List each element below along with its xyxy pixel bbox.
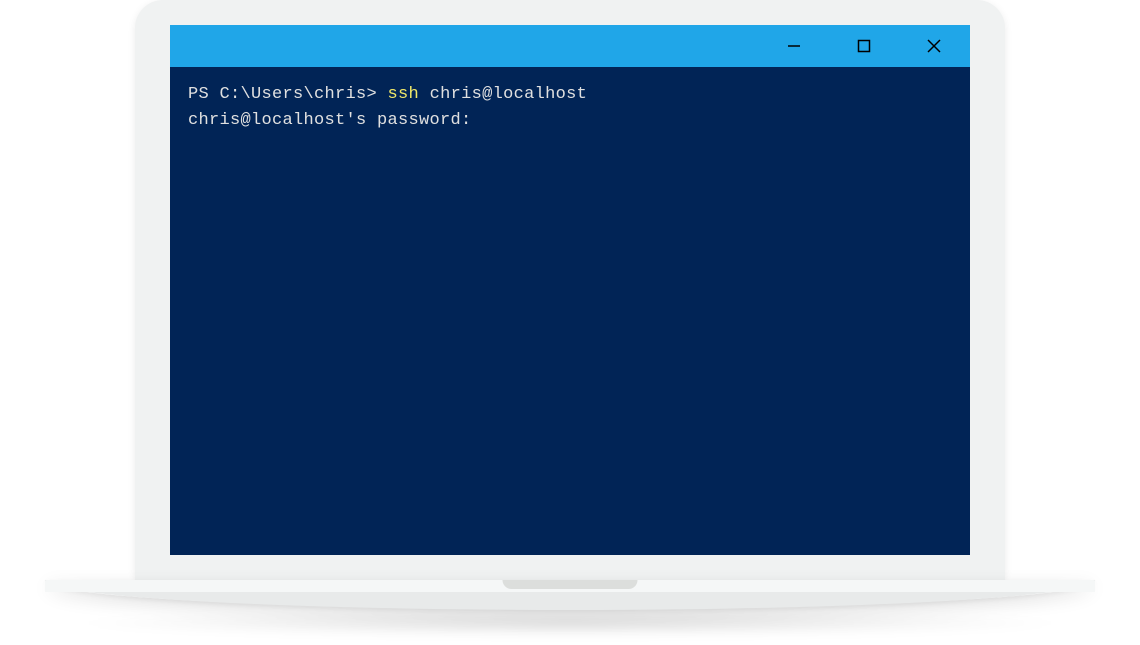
terminal-line-1: PS C:\Users\chris> ssh chris@localhost xyxy=(188,82,952,108)
password-prompt: chris@localhost's password: xyxy=(188,111,472,130)
laptop-base xyxy=(45,580,1095,610)
terminal-window: PS C:\Users\chris> ssh chris@localhost c… xyxy=(170,25,970,555)
laptop-frame: PS C:\Users\chris> ssh chris@localhost c… xyxy=(135,0,1005,580)
laptop-notch xyxy=(503,580,638,589)
window-titlebar[interactable] xyxy=(170,25,970,67)
close-icon xyxy=(926,38,942,54)
close-button[interactable] xyxy=(913,25,955,67)
minimize-button[interactable] xyxy=(773,25,815,67)
prompt-text: PS C:\Users\chris> xyxy=(188,85,388,104)
terminal-body[interactable]: PS C:\Users\chris> ssh chris@localhost c… xyxy=(170,67,970,555)
maximize-icon xyxy=(857,39,871,53)
command-args: chris@localhost xyxy=(419,85,587,104)
minimize-icon xyxy=(787,39,801,53)
terminal-line-2: chris@localhost's password: xyxy=(188,108,952,134)
laptop-shadow xyxy=(80,609,1060,637)
command-name: ssh xyxy=(388,85,420,104)
maximize-button[interactable] xyxy=(843,25,885,67)
laptop-screen: PS C:\Users\chris> ssh chris@localhost c… xyxy=(170,25,970,555)
